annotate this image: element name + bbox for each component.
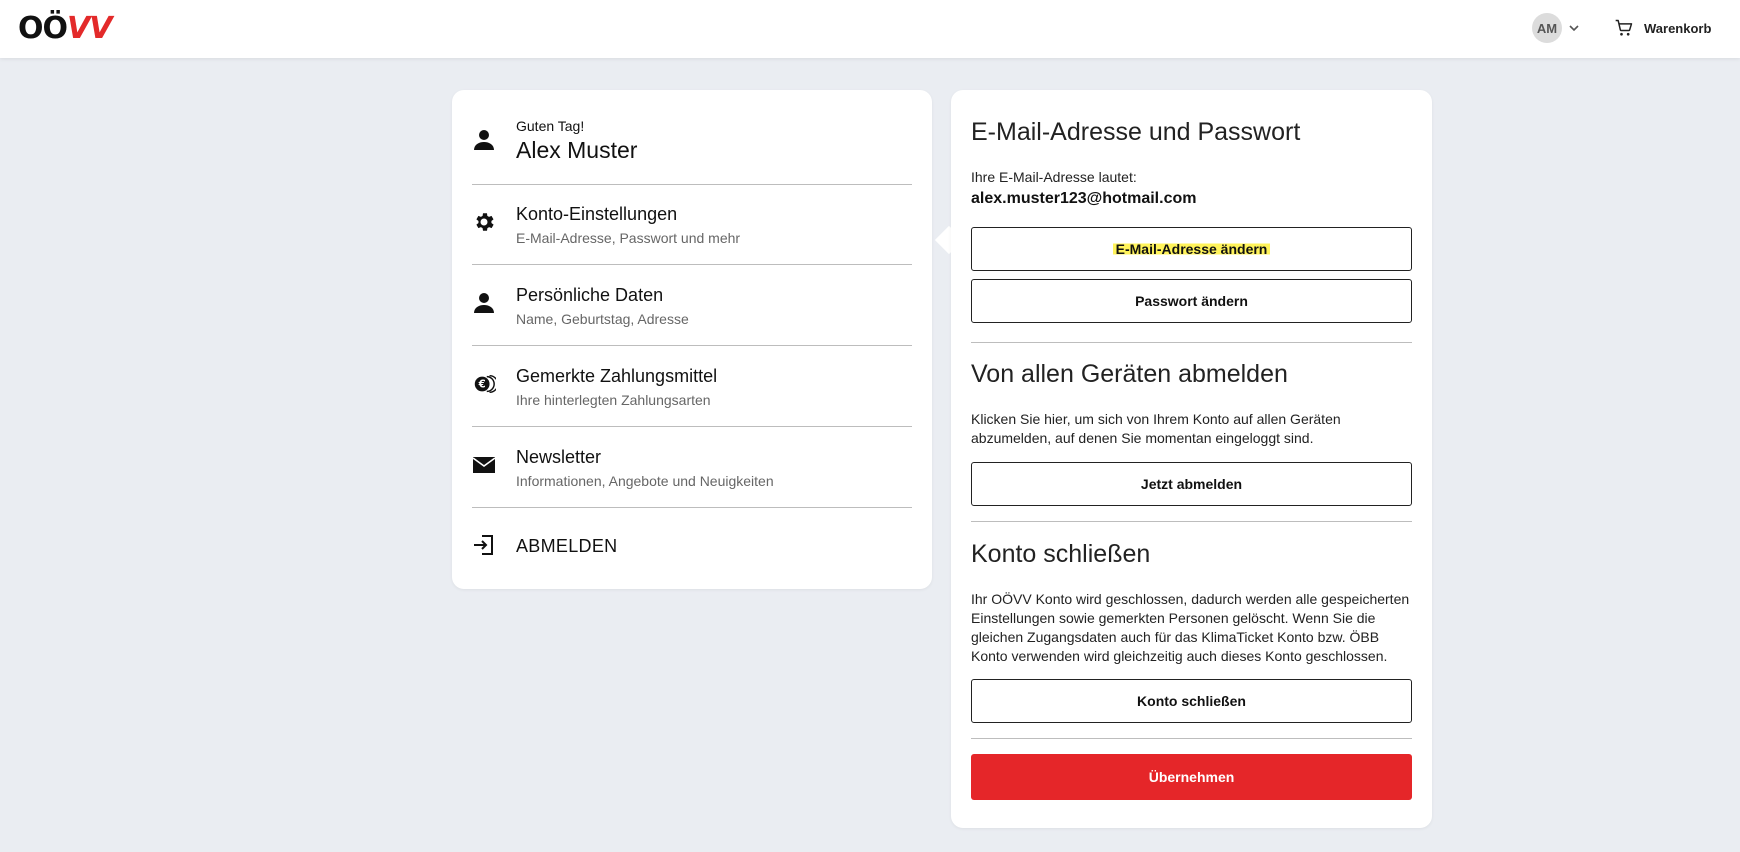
greeting-block: Guten Tag! Alex Muster — [472, 118, 912, 178]
divider — [472, 345, 912, 346]
sidebar-item-title: Persönliche Daten — [516, 285, 664, 305]
sidebar-item-title: Konto-Einstellungen — [516, 204, 678, 224]
sidebar-item-personal-data[interactable]: Persönliche Daten Name, Geburtstag, Adre… — [472, 285, 912, 335]
person-icon — [474, 293, 494, 313]
user-menu[interactable]: AM — [1532, 13, 1580, 43]
cart-label: Warenkorb — [1644, 20, 1712, 36]
close-account-text: Ihr OÖVV Konto wird geschlossen, dadurch… — [971, 591, 1410, 664]
greeting-text: Guten Tag! — [516, 118, 585, 134]
change-password-button[interactable]: Passwort ändern — [971, 279, 1412, 323]
divider — [971, 342, 1412, 343]
account-settings-card: E-Mail-Adresse und Passwort Ihre E-Mail-… — [951, 90, 1432, 828]
chevron-down-icon — [1569, 25, 1579, 32]
apply-button[interactable]: Übernehmen — [971, 754, 1412, 800]
sidebar-item-account-settings[interactable]: Konto-Einstellungen E-Mail-Adresse, Pass… — [472, 204, 912, 254]
divider — [472, 184, 912, 185]
email-intro: Ihre E-Mail-Adresse lautet: — [971, 169, 1137, 185]
cart-button[interactable]: Warenkorb — [1614, 16, 1711, 40]
divider — [472, 264, 912, 265]
avatar: AM — [1532, 13, 1562, 43]
mail-icon — [472, 457, 496, 473]
logout-icon — [474, 535, 493, 555]
divider — [971, 521, 1412, 522]
sidebar-item-newsletter[interactable]: Newsletter Informationen, Angebote und N… — [472, 447, 912, 497]
top-bar: OÖ VV AM Warenkorb — [0, 0, 1740, 58]
sidebar-item-title: Gemerkte Zahlungsmittel — [516, 366, 718, 386]
change-email-button[interactable]: E-Mail-Adresse ändern — [971, 227, 1412, 271]
logout-all-title: Von allen Geräten abmelden — [971, 360, 1288, 388]
coins-euro-icon: € — [474, 374, 496, 394]
close-account-title: Konto schließen — [971, 540, 1151, 568]
person-icon — [474, 130, 494, 150]
close-account-button[interactable]: Konto schließen — [971, 679, 1412, 723]
divider — [971, 738, 1412, 739]
email-section-title: E-Mail-Adresse und Passwort — [971, 118, 1301, 146]
sidebar-item-subtitle: Name, Geburtstag, Adresse — [516, 311, 689, 327]
divider — [472, 507, 912, 508]
logout-label: ABMELDEN — [516, 536, 618, 556]
logo-red-part: VV — [67, 10, 112, 46]
account-nav-card: Guten Tag! Alex Muster Konto-Einstellung… — [452, 90, 932, 589]
sidebar-item-title: Newsletter — [516, 447, 602, 467]
email-value: alex.muster123@hotmail.com — [971, 190, 1197, 207]
sidebar-item-subtitle: E-Mail-Adresse, Passwort und mehr — [516, 230, 741, 246]
oovv-logo[interactable]: OÖ VV — [18, 10, 112, 46]
user-name: Alex Muster — [516, 137, 638, 163]
logout-all-button[interactable]: Jetzt abmelden — [971, 462, 1412, 506]
change-email-label: E-Mail-Adresse ändern — [1112, 241, 1271, 257]
logout-all-text: Klicken Sie hier, um sich von Ihrem Kont… — [971, 411, 1341, 446]
divider — [472, 426, 912, 427]
gear-icon — [476, 213, 494, 231]
svg-text:€: € — [478, 380, 486, 391]
logo-dark-part: OÖ — [18, 10, 68, 46]
sidebar-item-subtitle: Informationen, Angebote und Neuigkeiten — [516, 473, 774, 489]
logout-link[interactable]: ABMELDEN — [472, 531, 912, 565]
sidebar-item-payment-methods[interactable]: € Gemerkte Zahlungsmittel Ihre hinterleg… — [472, 366, 912, 416]
cart-icon — [1615, 19, 1633, 36]
sidebar-item-subtitle: Ihre hinterlegten Zahlungsarten — [516, 392, 711, 408]
